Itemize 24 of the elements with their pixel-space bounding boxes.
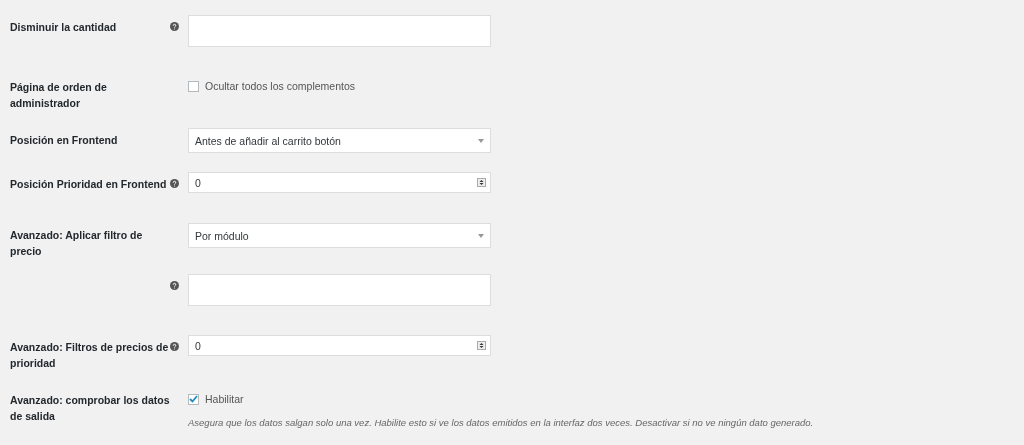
field-label: Avanzado: Aplicar filtro de precio	[10, 229, 143, 257]
field-label: Página de orden de administrador	[10, 81, 107, 109]
field-label: Avanzado: comprobar los datos de salida	[10, 394, 170, 422]
number-field[interactable]: 0	[188, 172, 491, 193]
checkbox-label: Ocultar todos los complementos	[205, 80, 355, 92]
help-icon[interactable]	[170, 22, 179, 31]
spinner-icon[interactable]	[477, 341, 486, 350]
field-label: Avanzado: Filtros de precios de prioridad	[10, 341, 169, 369]
field-label: Posición Prioridad en Frontend	[10, 178, 167, 190]
number-field[interactable]: 0	[188, 335, 491, 356]
help-icon[interactable]	[170, 179, 179, 188]
checkbox[interactable]	[188, 80, 199, 92]
dropdown-caret-icon	[478, 138, 484, 143]
help-icon[interactable]	[170, 281, 179, 290]
checkbox[interactable]	[188, 393, 199, 405]
checkbox-label: Habilitar	[205, 393, 244, 405]
field-label: Posición en Frontend	[10, 134, 118, 146]
field-description: Asegura que los datos salgan solo una vez. Habilite esto si ve los datos emitidos en la interfaz dos veces. Desactivar si no ve ningún dato generado.	[188, 417, 814, 428]
help-icon[interactable]	[170, 342, 179, 351]
dropdown-caret-icon	[478, 233, 484, 238]
dropdown[interactable]: Antes de añadir al carrito botón	[188, 128, 491, 153]
dropdown[interactable]: Por módulo	[188, 223, 491, 248]
spinner-icon[interactable]	[477, 178, 486, 187]
field-label: Disminuir la cantidad	[10, 21, 117, 33]
